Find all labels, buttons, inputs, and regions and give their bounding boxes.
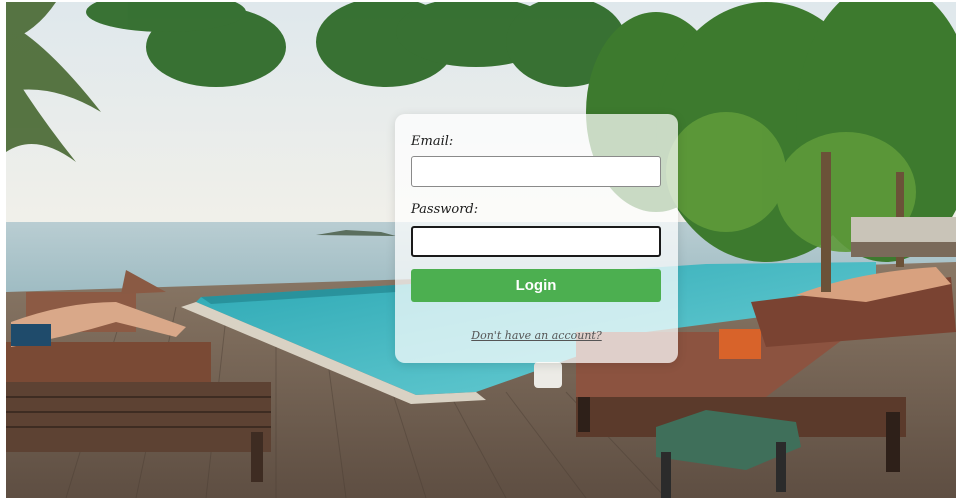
password-input[interactable] bbox=[411, 226, 661, 257]
login-form: Email: Password: Login Don't have an acc… bbox=[395, 114, 678, 363]
signup-link[interactable]: Don't have an account? bbox=[395, 329, 678, 342]
login-page: Email: Password: Login Don't have an acc… bbox=[0, 0, 956, 498]
email-label: Email: bbox=[411, 134, 454, 149]
login-button[interactable]: Login bbox=[411, 269, 661, 302]
email-input[interactable] bbox=[411, 156, 661, 187]
password-label: Password: bbox=[411, 202, 479, 217]
